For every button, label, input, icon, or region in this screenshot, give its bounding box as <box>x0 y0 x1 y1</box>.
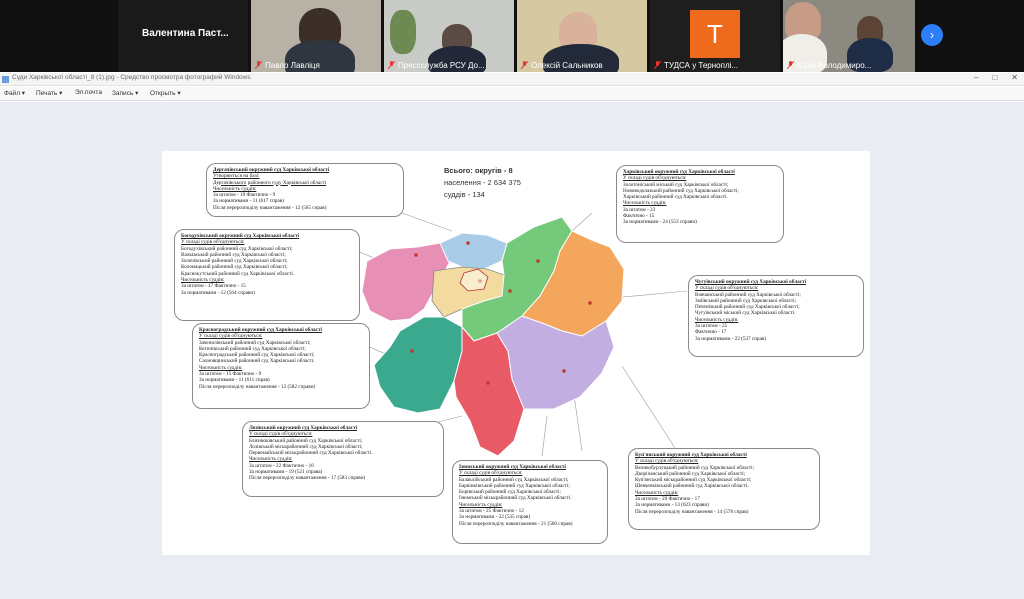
callout-line: Після перерозподілу навантаження - 21 (5… <box>459 520 573 527</box>
maximize-button[interactable]: □ <box>992 73 997 82</box>
callout-chuhuivskyi: Чугуївський окружний суд Харківської обл… <box>688 275 864 357</box>
menu-file[interactable]: Файл ▾ <box>4 89 25 97</box>
callout-derhachivskyi: Дергачівський окружний суд Харківської о… <box>206 163 404 217</box>
participant-name: Олексій Сальников <box>531 61 603 70</box>
window-title: Суди Харківської області_8 (1).jpg - Сре… <box>12 74 251 81</box>
mic-muted-icon <box>654 61 661 69</box>
mic-muted-icon <box>521 61 528 69</box>
mic-muted-icon <box>787 61 794 69</box>
minimize-button[interactable]: – <box>974 73 978 82</box>
participant-tile[interactable]: Валентина Паст... <box>118 0 248 72</box>
callout-line: Після перерозподілу навантаження - 17 (5… <box>249 475 366 482</box>
mic-muted-icon <box>388 61 395 69</box>
participant-name: Павло Лавліця <box>265 61 320 70</box>
population-total: населення - 2 634 375 <box>444 178 521 187</box>
window-titlebar[interactable]: Суди Харківської області_8 (1).jpg - Сре… <box>0 73 1024 86</box>
participant-tile[interactable]: Павло Лавліця <box>251 0 381 72</box>
districts-total: Всього: округів - 8 <box>444 166 513 175</box>
callout-iziumskyi: Ізюмський окружний суд Харківської облас… <box>452 460 608 544</box>
participant-tile[interactable]: Юрій Володимиро... <box>783 0 915 72</box>
callout-line: За нормативами - 22 (537 справ) <box>695 335 767 342</box>
callout-kharkivskyi: Харківський окружний суд Харківської обл… <box>616 165 784 243</box>
menu-print[interactable]: Печать ▾ <box>36 89 62 97</box>
totals-block: Всього: округів - 8 населення - 2 634 37… <box>444 165 521 201</box>
callout-krasnohradskyi: Красноградський окружний суд Харківської… <box>192 323 370 409</box>
judges-total: суддів - 134 <box>444 190 485 199</box>
callout-bohodukhivskyi: Богодухівський окружний суд Харківської … <box>174 229 360 321</box>
close-button[interactable]: ✕ <box>1011 73 1018 82</box>
plant-decoration <box>390 10 416 54</box>
menu-bar: Файл ▾ Печать ▾ Эл.почта Запись ▾ Открыт… <box>0 87 1024 101</box>
participant-strip: Валентина Паст... Павло Лавліця Прессслу… <box>0 0 1024 72</box>
window-controls: – □ ✕ <box>974 73 1018 82</box>
participant-name: ТУДСА у Терноплі... <box>664 61 739 70</box>
callout-line: Після перерозподілу навантаження - 12 (5… <box>199 383 316 390</box>
map-region-krasnohradskyi <box>373 316 463 414</box>
callout-lozivskyi: Лозівський окружний суд Харківської обла… <box>242 421 444 497</box>
screen: Валентина Паст... Павло Лавліця Прессслу… <box>0 0 1024 599</box>
participant-tile[interactable]: Прессслужба РСУ До... <box>384 0 514 72</box>
callout-line: За нормативами - 12 (564 справи) <box>181 289 255 296</box>
mic-muted-icon <box>255 61 262 69</box>
participant-name: Прессслужба РСУ До... <box>398 61 485 70</box>
participant-tile[interactable]: Олексій Сальников <box>517 0 647 72</box>
slide-image: Всього: округів - 8 населення - 2 634 37… <box>162 151 870 555</box>
participant-avatar: Т <box>690 10 740 58</box>
menu-email[interactable]: Эл.почта <box>75 89 102 96</box>
callout-kupianskyi: Куп'янський окружний суд Харківської обл… <box>628 448 820 530</box>
callout-line: Після перерозподілу навантаження - 14 (5… <box>635 508 749 515</box>
participant-tile[interactable]: Т ТУДСА у Терноплі... <box>650 0 780 72</box>
participant-name: Юрій Володимиро... <box>797 61 872 70</box>
photo-viewer-icon <box>2 76 9 83</box>
participant-name: Валентина Паст... <box>142 28 229 39</box>
next-participants-button[interactable]: › <box>921 24 943 46</box>
menu-burn[interactable]: Запись ▾ <box>112 89 138 97</box>
map-region-derhachivskyi <box>439 232 508 270</box>
callout-line: За нормативами - 24 (553 справи) <box>623 219 697 226</box>
callout-line: Після перерозподілу навантаження - 12 (5… <box>213 204 327 211</box>
menu-open[interactable]: Открыть ▾ <box>150 89 181 97</box>
